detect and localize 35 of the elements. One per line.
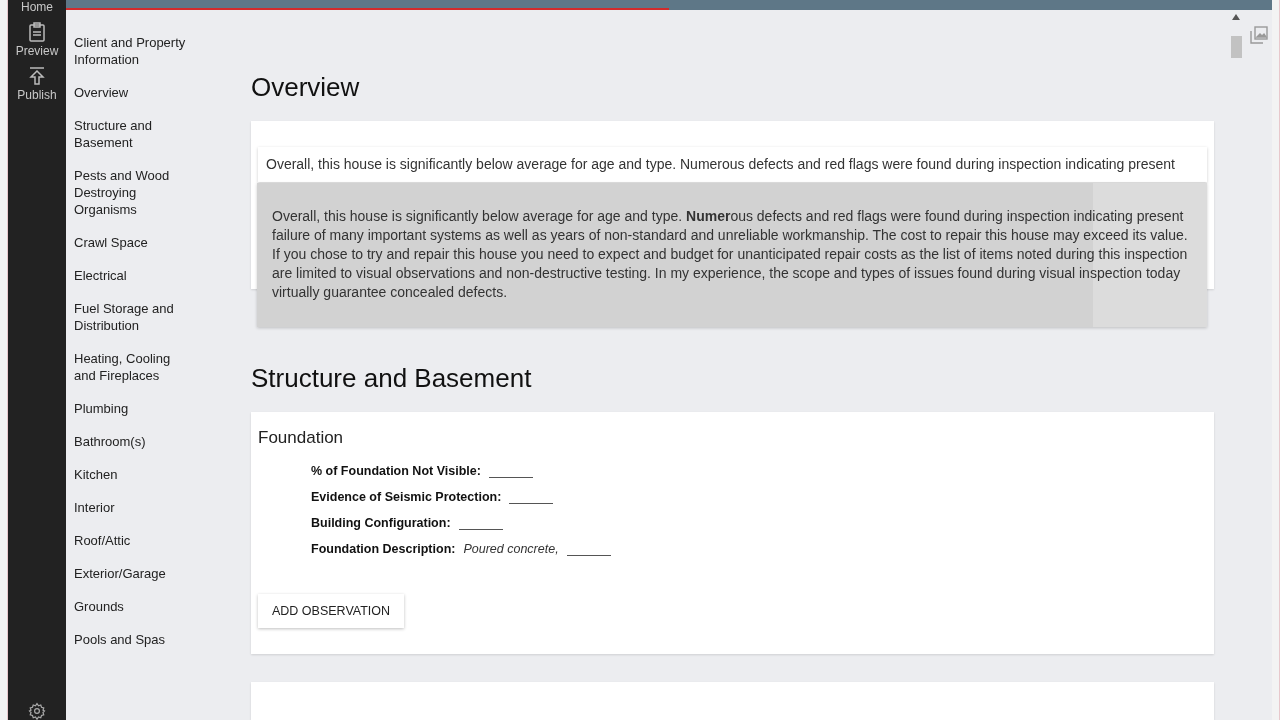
add-observation-button[interactable]: ADD OBSERVATION [258, 593, 405, 628]
nav-link[interactable]: Client and Property Information [74, 26, 186, 76]
section-heading: Overview [251, 72, 361, 103]
upload-icon [28, 66, 46, 86]
field-value: Poured concrete, [463, 541, 559, 556]
tooltip: Overall, this house is significantly below average for age and type. Numerous defects and red flags were found during inspection indicating present failure of many important systems as well as years of non-standard and unreliable workmanship. The cost to repair this house may exceed its value. If you chose to try and repair this house you need to expect and budget for unanticipated repair costs as the list of items noted during this inspection are limited to visual observations and non-destructive testing. In my experience, the scope and types of issues found during visual inspection today virtually guarantee concealed defects. [257, 183, 1207, 327]
overview-text[interactable]: Overall, this house is significantly below average for age and type. Numerous defects and red flags were found during inspection indicating present [258, 147, 1207, 182]
nav-link[interactable]: Interior [74, 491, 186, 524]
section-heading: Structure and Basement [251, 362, 533, 394]
nav-link[interactable]: Structure and Basement [74, 109, 186, 159]
nav-link[interactable]: Grounds [74, 590, 186, 623]
nav-link[interactable]: Bathroom(s) [74, 425, 186, 458]
field-label: Evidence of Seismic Protection: [311, 489, 502, 504]
field-label: Building Configuration: [311, 515, 451, 530]
field-label: % of Foundation Not Visible: [311, 463, 481, 478]
nav-link[interactable]: Plumbing [74, 392, 186, 425]
nav-link[interactable]: Crawl Space [74, 226, 186, 259]
nav-link[interactable]: Electrical [74, 259, 186, 292]
scroll-up-icon[interactable] [1232, 14, 1240, 20]
field-label: Foundation Description: [311, 541, 456, 556]
nav-link[interactable]: Pools and Spas [74, 623, 186, 656]
nav-link[interactable]: Fuel Storage and Distribution [74, 292, 186, 342]
clipboard-icon [28, 22, 46, 42]
nav-link[interactable]: Exterior/Garage [74, 557, 186, 590]
card-title: Foundation [258, 427, 345, 448]
settings-icon[interactable] [28, 702, 46, 720]
nav-link[interactable]: Kitchen [74, 458, 186, 491]
nav-link[interactable]: Overview [74, 76, 186, 109]
nav-link[interactable]: Heating, Cooling and Fireplaces [74, 342, 186, 392]
rail-button[interactable]: Preview [15, 22, 59, 58]
rail-button[interactable]: Home [21, 0, 53, 14]
nav-link[interactable]: Roof/Attic [74, 524, 186, 557]
scrollbar-thumb[interactable] [1230, 36, 1242, 58]
nav-link[interactable]: Pests and Wood Destroying Organisms [74, 159, 186, 226]
rail-button[interactable]: Publish [17, 66, 57, 102]
